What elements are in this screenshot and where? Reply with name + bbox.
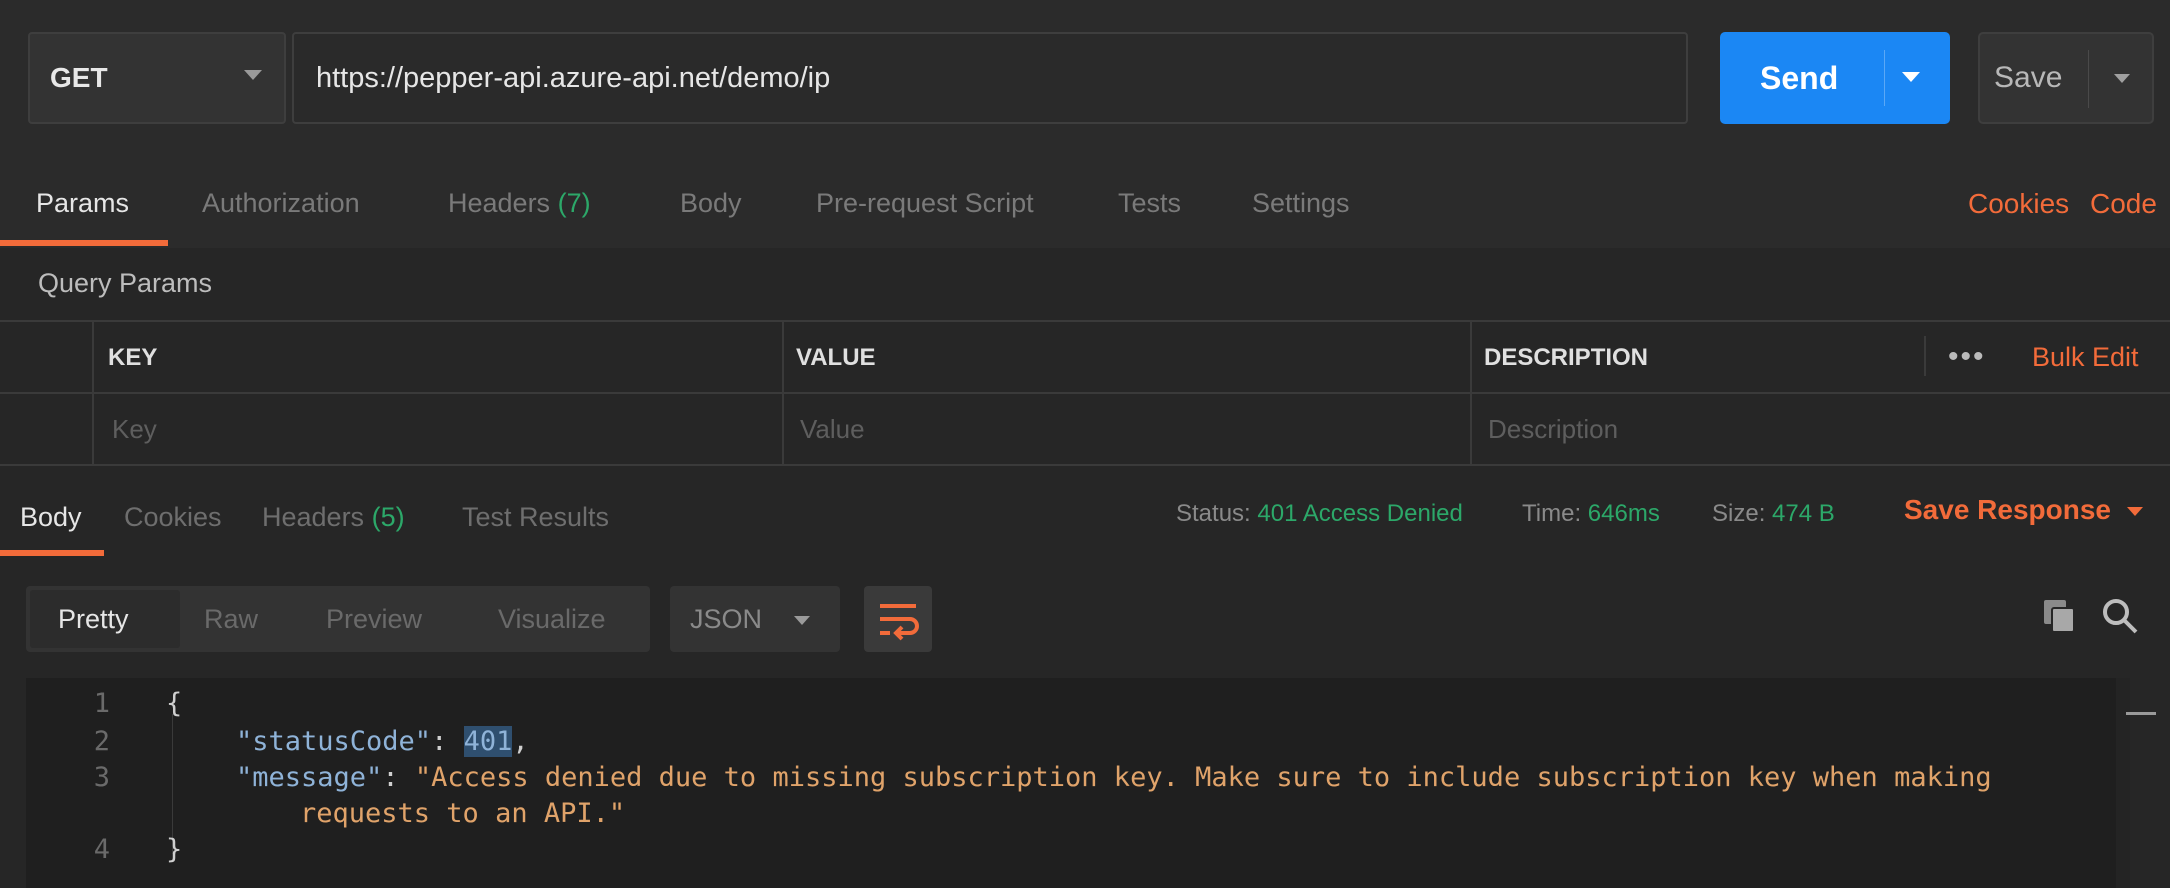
line-number: 4 — [93, 834, 110, 865]
response-tab-body[interactable]: Body — [20, 502, 82, 533]
body-view-selector: Pretty Raw Preview Visualize — [26, 586, 650, 652]
wrap-lines-icon — [880, 604, 919, 641]
status-value: 401 Access Denied — [1257, 500, 1463, 527]
size-readout: Size: 474 B — [1712, 500, 1835, 528]
code-line: 3 "message": "Access denied due to missi… — [26, 762, 2126, 798]
url-input[interactable]: https://pepper-api.azure-api.net/demo/ip — [292, 32, 1688, 124]
request-tabs: Params Authorization Headers (7) Body Pr… — [0, 160, 2170, 248]
size-value: 474 B — [1772, 500, 1835, 527]
column-header-description: DESCRIPTION — [1484, 344, 1649, 371]
query-params-label: Query Params — [38, 268, 213, 298]
response-tab-headers-label: Headers — [262, 502, 365, 532]
tab-authorization[interactable]: Authorization — [202, 188, 360, 219]
time-label: Time: — [1522, 500, 1582, 527]
row-divider — [0, 392, 2170, 394]
column-header-key: KEY — [108, 344, 158, 371]
line-number: 2 — [93, 726, 110, 757]
save-button[interactable]: Save — [1978, 32, 2154, 124]
scrollbar-thumb[interactable] — [2126, 712, 2156, 715]
view-raw[interactable]: Raw — [204, 604, 258, 635]
code-line: requests to an API." — [26, 798, 2126, 834]
tab-headers-count: (7) — [557, 188, 591, 218]
code-line: 4 } — [26, 834, 2126, 870]
json-key: "statusCode" — [236, 726, 432, 757]
response-tab-headers[interactable]: Headers (5) — [262, 502, 405, 533]
json-number: 401 — [463, 726, 513, 757]
json-key: "message" — [236, 762, 383, 793]
save-response-label: Save Response — [1904, 494, 2111, 525]
save-label: Save — [1994, 61, 2063, 94]
code-text: { — [166, 688, 183, 719]
code-text: requests to an API." — [300, 798, 625, 829]
format-select[interactable]: JSON — [670, 586, 840, 652]
request-bar: GET https://pepper-api.azure-api.net/dem… — [0, 0, 2170, 160]
copy-icon[interactable] — [2040, 596, 2080, 636]
header-separator — [1924, 336, 1926, 376]
send-label: Send — [1760, 59, 1839, 96]
save-options-chevron-icon[interactable] — [2114, 74, 2130, 83]
time-readout: Time: 646ms — [1522, 500, 1660, 528]
size-label: Size: — [1712, 500, 1766, 527]
line-number: 3 — [93, 762, 110, 793]
tab-settings[interactable]: Settings — [1252, 188, 1350, 219]
response-body-editor[interactable]: 1 { 2 "statusCode": 401, 3 "message": "A… — [26, 678, 2156, 888]
response-tab-headers-count: (5) — [371, 502, 405, 532]
method-select[interactable]: GET — [28, 32, 286, 124]
view-visualize[interactable]: Visualize — [498, 604, 606, 635]
code-line: 2 "statusCode": 401, — [26, 726, 2126, 762]
send-options-chevron-icon[interactable] — [1902, 72, 1920, 82]
param-key-input[interactable]: Key — [112, 414, 157, 445]
more-options-icon[interactable]: ••• — [1948, 340, 1986, 374]
tab-tests[interactable]: Tests — [1118, 188, 1181, 219]
active-tab-indicator — [0, 240, 168, 246]
json-string-continued: requests to an API." — [300, 798, 626, 829]
tab-pre-request-script[interactable]: Pre-request Script — [816, 188, 1034, 219]
code-line: 1 { — [26, 688, 2126, 724]
status-readout: Status: 401 Access Denied — [1176, 500, 1463, 528]
json-string: "Access denied due to missing subscripti… — [414, 762, 1992, 793]
save-divider — [2088, 50, 2089, 108]
tab-body[interactable]: Body — [680, 188, 742, 219]
bulk-edit-link[interactable]: Bulk Edit — [2032, 342, 2139, 373]
param-value-input[interactable]: Value — [800, 414, 865, 445]
response-tabs: Body Cookies Headers (5) Test Results St… — [0, 466, 2170, 560]
format-label: JSON — [690, 604, 763, 634]
send-divider — [1884, 50, 1885, 106]
save-response-button[interactable]: Save Response — [1904, 494, 2143, 526]
status-label: Status: — [1176, 500, 1251, 527]
line-number: 1 — [93, 688, 110, 719]
params-table: KEY VALUE DESCRIPTION ••• Bulk Edit Key … — [0, 320, 2170, 466]
response-tab-test-results[interactable]: Test Results — [462, 502, 609, 533]
column-divider — [92, 322, 94, 466]
url-text: https://pepper-api.azure-api.net/demo/ip — [316, 61, 831, 94]
tab-params[interactable]: Params — [36, 188, 129, 219]
code-text: "statusCode": 401, — [236, 726, 529, 757]
wrap-lines-button[interactable] — [864, 586, 932, 652]
tab-headers[interactable]: Headers (7) — [448, 188, 591, 219]
cookies-link[interactable]: Cookies — [1968, 188, 2069, 220]
chevron-down-icon — [794, 616, 810, 625]
view-preview[interactable]: Preview — [326, 604, 422, 635]
response-tab-cookies[interactable]: Cookies — [124, 502, 222, 533]
active-response-tab-indicator — [0, 550, 104, 556]
view-pretty[interactable]: Pretty — [58, 604, 129, 635]
column-divider — [782, 322, 784, 466]
send-button[interactable]: Send — [1720, 32, 1950, 124]
time-value: 646ms — [1587, 500, 1660, 527]
code-text: "message": "Access denied due to missing… — [236, 762, 1992, 793]
method-label: GET — [50, 62, 108, 93]
search-icon[interactable] — [2098, 594, 2142, 638]
column-header-value: VALUE — [796, 344, 876, 371]
chevron-down-icon — [244, 70, 262, 80]
column-divider — [1470, 322, 1472, 466]
chevron-down-icon — [2127, 507, 2143, 517]
code-link[interactable]: Code — [2090, 188, 2157, 220]
tab-headers-label: Headers — [448, 188, 551, 218]
param-description-input[interactable]: Description — [1488, 414, 1618, 445]
code-text: } — [166, 834, 183, 865]
